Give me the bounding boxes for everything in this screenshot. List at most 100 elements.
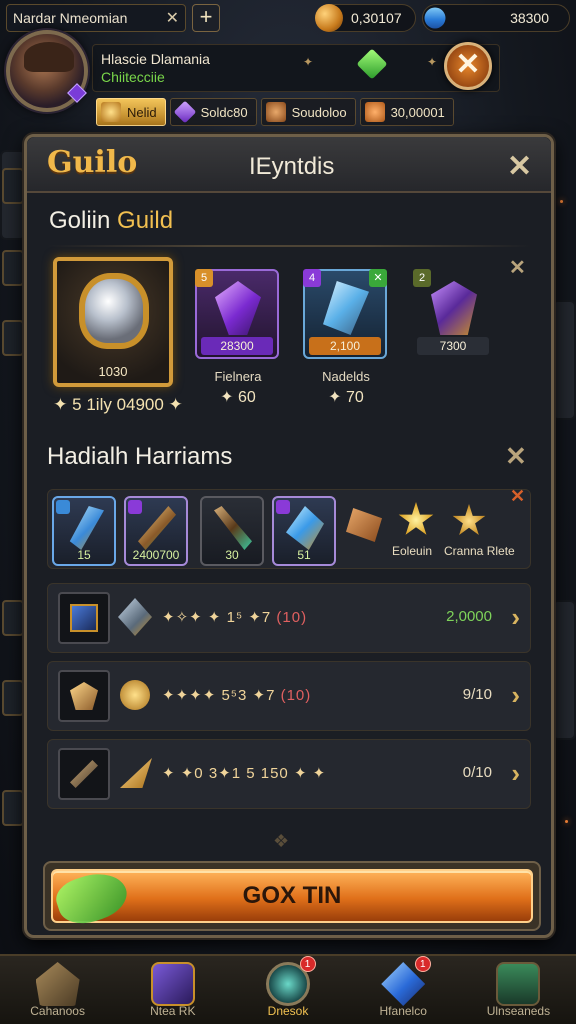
card-bar: 7300 [417,337,489,355]
guild-card[interactable]: 2 7300 [411,269,495,359]
gem-counter[interactable]: 38300 [420,3,570,33]
confirm-button-label: GOX TIN [242,882,342,909]
side-tab[interactable] [2,320,24,356]
star-icon: ✦ [303,55,314,69]
nav-item[interactable]: 1 Hfanelco [346,956,461,1024]
gem-amount: 38300 [510,10,549,26]
card-corner-badge: 5 [195,269,213,287]
row-seq-text: ✦✧✦ ✦ 1⁵ ✦7 [162,609,272,626]
stat-pill[interactable]: Soudoloo [260,98,356,126]
close-icon[interactable]: ✕ [509,255,526,280]
item-slot[interactable]: 30 [200,496,264,566]
guild-card-selected[interactable]: 1030 [53,257,173,387]
confirm-button[interactable]: GOX TIN [51,865,533,931]
item-value: 2400700 [132,548,180,562]
item-badge [56,500,70,514]
row-sequence: ✦ ✦0 3✦1 5 150 ✦ ✦ [162,764,326,782]
side-tab[interactable] [2,250,24,286]
close-icon[interactable]: ✕ [505,441,527,472]
player-name-field[interactable]: Nardar Nmeomian ✕ [6,4,186,32]
side-tab[interactable] [2,600,24,636]
staff-icon [214,506,252,550]
bronze-gauntlet-icon [346,508,382,542]
row-amount: 9/10 [462,686,492,703]
guild-panel: Guilo IEyntdis ✕ Goliin Guild 1030 ✦ 5 1… [24,134,554,938]
close-profile-button[interactable]: ✕ [444,42,492,90]
chevron-right-icon[interactable]: › [511,758,520,789]
stat-pill[interactable]: 30,00001 [359,98,454,126]
bottom-nav: Cahanoos Ntea RK 1 Dnesok 1 Hfanelco Uln… [0,954,576,1024]
spellbook-icon [150,962,195,1006]
side-tab[interactable] [2,168,24,204]
divider [47,245,531,247]
reward-row[interactable]: ✦✧✦ ✦ 1⁵ ✦7 (10) 2,0000 › [47,583,531,653]
close-icon[interactable]: ✕ [510,486,525,507]
avatar-gem-icon [67,83,87,103]
reward-row[interactable]: ✦✦✦✦ 5⁵3 ✦7 (10) 9/10 › [47,661,531,731]
stat-pill[interactable]: Nelid [96,98,166,126]
chevron-right-icon[interactable]: › [511,602,520,633]
row-sequence: ✦✦✦✦ 5⁵3 ✦7 (10) [162,686,311,704]
item-slot[interactable]: 15 [52,496,116,566]
profile-bar[interactable]: Hlascie Dlamania Chiitecciie ✦ ✦ [92,44,500,92]
tab-guild[interactable]: Guilo [47,145,137,180]
gold-counter[interactable]: 0,30107 [315,4,416,32]
nav-label: Cahanoos [30,1004,85,1018]
stat-pill[interactable]: Soldc80 [169,98,257,126]
close-panel-icon[interactable]: ✕ [507,149,532,184]
stats-row: Nelid Soldc80 Soudoloo 30,00001 [96,98,454,126]
item-slot [58,670,110,722]
stat-label: Soldc80 [200,104,248,120]
clear-name-icon[interactable]: ✕ [166,8,179,28]
gold-star-icon [398,502,434,535]
item-slot[interactable]: 2400700 [124,496,188,566]
nav-item[interactable]: Cahanoos [0,956,115,1024]
side-tab[interactable] [2,790,24,826]
nav-label: Ulnseaneds [486,1004,551,1018]
chevron-right-icon[interactable]: › [511,680,520,711]
card-bar: 2,100 [309,337,381,355]
nav-item[interactable]: 1 Dnesok [230,956,345,1024]
item-value: 30 [225,548,239,562]
purple-crystal-icon [173,100,196,124]
ember [565,820,568,823]
reward-row[interactable]: ✦ ✦0 3✦1 5 150 ✦ ✦ 0/10 › [47,739,531,809]
profile-subtitle: Chiitecciie [101,69,165,85]
nav-item[interactable]: Ulnseaneds [461,956,576,1024]
card-corner-badge: 2 [413,269,431,287]
gold-coin-icon [315,4,343,32]
green-gem-icon [356,48,388,80]
gold-amount: 0,30107 [351,10,402,26]
card-name: Nadelds [322,369,370,384]
player-name: Nardar Nmeomian [13,10,128,26]
leaf-icon [51,865,133,931]
gold-amulet-icon [70,682,98,710]
avatar[interactable] [6,30,88,112]
purple-blade-icon [215,281,261,335]
fort-icon [35,962,80,1006]
item-slot[interactable]: 51 [272,496,336,566]
nav-item[interactable]: Ntea RK [115,956,230,1024]
bg-rock [552,600,576,740]
guild-card[interactable]: 5 28300 [195,269,279,359]
row-seq-text: ✦✦✦✦ 5⁵3 ✦7 [162,687,276,704]
side-tab[interactable] [2,680,24,716]
card-corner-badge: 4 [303,269,321,287]
add-button[interactable]: + [192,4,220,32]
row-count: (10) [276,609,308,626]
notification-badge: 1 [414,956,431,972]
chest-icon [496,962,541,1006]
item-badge [128,500,142,514]
item-label: Cranna Rlete [444,544,515,558]
guild-card[interactable]: 4 ✕ 2,100 [303,269,387,359]
orange-orb-icon [364,102,385,122]
gold-ring-icon [120,680,150,710]
notification-badge: 1 [299,956,316,972]
crystal-blade-icon [69,506,104,550]
ornament-icon: ❖ [273,831,290,851]
card-close-icon[interactable]: ✕ [369,269,387,287]
star-icon: ✦ [427,55,438,69]
item-slot [58,748,110,800]
panel-header: Guilo IEyntdis ✕ [27,137,551,193]
card-name: Fielnera [214,369,262,384]
